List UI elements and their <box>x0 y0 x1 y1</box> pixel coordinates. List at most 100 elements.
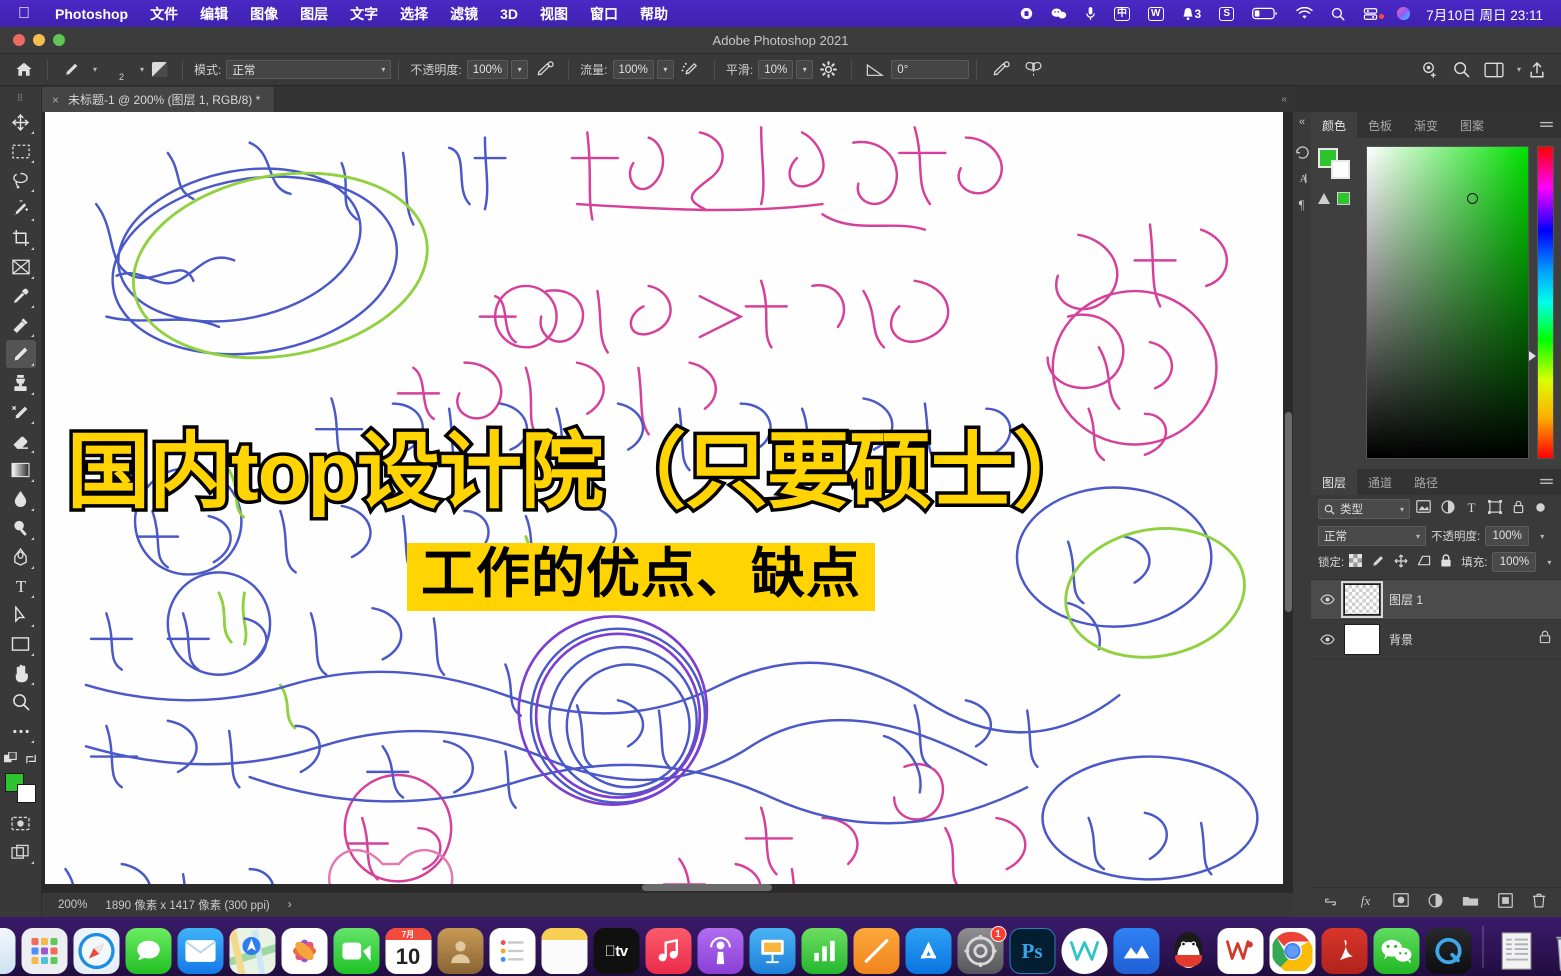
control-center-icon[interactable] <box>1354 7 1387 21</box>
layer-row-layer1[interactable]: 图层 1 <box>1311 580 1561 620</box>
zoom-tool[interactable] <box>6 688 36 716</box>
canvas-area[interactable]: 国内top设计院（只要硕士） 工作的优点、缺点 <box>42 112 1293 892</box>
layer-locked-icon[interactable] <box>1539 630 1551 649</box>
dock-item-reminders[interactable] <box>489 928 535 974</box>
menu-app-name[interactable]: Photoshop <box>44 6 139 22</box>
type-tool[interactable]: T <box>6 572 36 600</box>
quick-selection-tool[interactable] <box>6 195 36 223</box>
tab-channels[interactable]: 通道 <box>1357 469 1404 495</box>
quick-mask-icon[interactable] <box>6 809 36 837</box>
rectangle-tool[interactable] <box>6 630 36 658</box>
flow-chevron-icon[interactable]: ▾ <box>656 60 674 79</box>
opacity-input[interactable]: 100% <box>466 60 509 79</box>
sogou-input-icon[interactable]: S <box>1210 6 1243 21</box>
dock-item-system-preferences[interactable]: 1 <box>957 926 1006 974</box>
panel-menu-icon[interactable] <box>1532 469 1561 495</box>
clone-stamp-tool[interactable] <box>6 369 36 397</box>
brush-angle-icon[interactable] <box>859 62 891 77</box>
minimize-window-button[interactable] <box>33 34 45 46</box>
layer-style-fx-icon[interactable]: fx <box>1358 893 1374 913</box>
notification-bell-icon[interactable]: 3 <box>1173 7 1211 21</box>
filter-type-icon[interactable]: T <box>1465 500 1478 519</box>
color-field[interactable] <box>1366 146 1529 459</box>
brush-settings-panel-icon[interactable] <box>144 61 175 78</box>
menu-item-file[interactable]: 文件 <box>139 4 189 24</box>
background-color-swatch[interactable] <box>16 784 36 803</box>
marquee-tool[interactable] <box>6 137 36 165</box>
dock-item-mindmaster[interactable] <box>1113 928 1159 974</box>
pressure-controls-opacity-icon[interactable] <box>528 61 561 78</box>
eye-icon[interactable] <box>1319 634 1335 645</box>
screen-record-icon[interactable] <box>1011 7 1042 20</box>
menu-item-select[interactable]: 选择 <box>389 4 439 24</box>
spotlight-search-icon[interactable] <box>1322 7 1354 21</box>
crop-tool[interactable] <box>6 224 36 252</box>
filter-shape-icon[interactable] <box>1488 499 1502 519</box>
healing-brush-tool[interactable] <box>6 311 36 339</box>
lock-artboard-nesting-icon[interactable] <box>1417 554 1431 570</box>
panel-menu-icon[interactable] <box>1532 112 1561 138</box>
flow-input[interactable]: 100% <box>612 60 654 79</box>
layer-filter-type-select[interactable]: 类型 ▾ <box>1318 499 1410 519</box>
brush-tool[interactable] <box>5 340 36 368</box>
eye-icon[interactable] <box>1319 594 1335 605</box>
paragraph-panel-icon[interactable]: ¶ <box>1296 198 1309 214</box>
wps-menu-icon[interactable]: W <box>1139 6 1172 21</box>
dock-item-appstore[interactable] <box>905 928 951 974</box>
gamut-warning-swatch[interactable] <box>1337 192 1350 205</box>
smoothing-input[interactable]: 10% <box>758 60 794 79</box>
new-layer-icon[interactable] <box>1498 892 1513 913</box>
siri-icon[interactable] <box>1387 6 1420 21</box>
menu-item-view[interactable]: 视图 <box>529 4 579 24</box>
dock-item-trash[interactable] <box>1546 928 1561 974</box>
document-tab[interactable]: × 未标题-1 @ 200% (图层 1, RGB/8) * <box>42 87 276 112</box>
dock-item-messages[interactable] <box>125 928 171 974</box>
hand-tool[interactable] <box>6 659 36 687</box>
dock-item-finder[interactable] <box>0 928 15 974</box>
share-export-icon[interactable] <box>1521 61 1553 79</box>
zoom-window-button[interactable] <box>53 34 65 46</box>
angle-input[interactable]: 0° <box>891 60 970 79</box>
wechat-devtool-icon[interactable] <box>1042 7 1076 20</box>
menu-item-window[interactable]: 窗口 <box>579 4 629 24</box>
symmetry-butterfly-icon[interactable] <box>1017 61 1050 78</box>
layer-thumbnail[interactable] <box>1344 624 1380 655</box>
dock-item-photoshop[interactable]: Ps <box>1009 928 1055 974</box>
smoothing-chevron-icon[interactable]: ▾ <box>796 60 814 79</box>
menu-item-filter[interactable]: 滤镜 <box>439 4 489 24</box>
filter-smart-object-icon[interactable] <box>1512 500 1525 519</box>
dock-item-facetime[interactable] <box>333 928 379 974</box>
color-swatches[interactable] <box>4 773 37 803</box>
link-layers-icon[interactable] <box>1322 894 1339 912</box>
dock-item-photos[interactable] <box>281 928 327 974</box>
filter-adjustment-icon[interactable] <box>1441 499 1455 519</box>
screen-mode-icon[interactable] <box>6 838 36 866</box>
status-expand-icon[interactable]: › <box>288 899 292 911</box>
lasso-tool[interactable] <box>6 166 36 194</box>
color-panel-background-swatch[interactable] <box>1331 160 1350 179</box>
dock-item-chrome[interactable] <box>1269 928 1315 974</box>
lock-transparent-pixels-icon[interactable] <box>1349 554 1363 570</box>
microphone-icon[interactable] <box>1076 6 1105 21</box>
dock-item-keynote[interactable] <box>749 928 795 974</box>
dock-item-appletv[interactable]: tv <box>593 928 639 974</box>
collapse-panels-icon[interactable]: « <box>1299 116 1305 128</box>
move-tool[interactable] <box>6 108 36 136</box>
dock-item-contacts[interactable] <box>437 928 483 974</box>
gamut-warning-icon[interactable] <box>1318 192 1358 205</box>
frame-tool[interactable] <box>6 253 36 281</box>
color-panel-swatches[interactable] <box>1318 148 1352 179</box>
dock-item-wps[interactable] <box>1217 928 1263 974</box>
menu-item-image[interactable]: 图像 <box>239 4 289 24</box>
tab-paths[interactable]: 路径 <box>1403 469 1450 495</box>
dock-item-wechat[interactable] <box>1373 928 1419 974</box>
dock-item-numbers[interactable] <box>801 928 847 974</box>
dock-item-mail[interactable] <box>177 928 223 974</box>
edit-toolbar-tool[interactable] <box>6 717 36 745</box>
hue-slider-marker[interactable] <box>1529 351 1536 361</box>
eraser-tool[interactable] <box>6 427 36 455</box>
dodge-tool[interactable] <box>6 514 36 542</box>
brush-preset-icon[interactable] <box>55 61 87 79</box>
canvas-vertical-scrollbar[interactable] <box>1285 412 1292 612</box>
dock-item-launchpad[interactable] <box>21 928 67 974</box>
